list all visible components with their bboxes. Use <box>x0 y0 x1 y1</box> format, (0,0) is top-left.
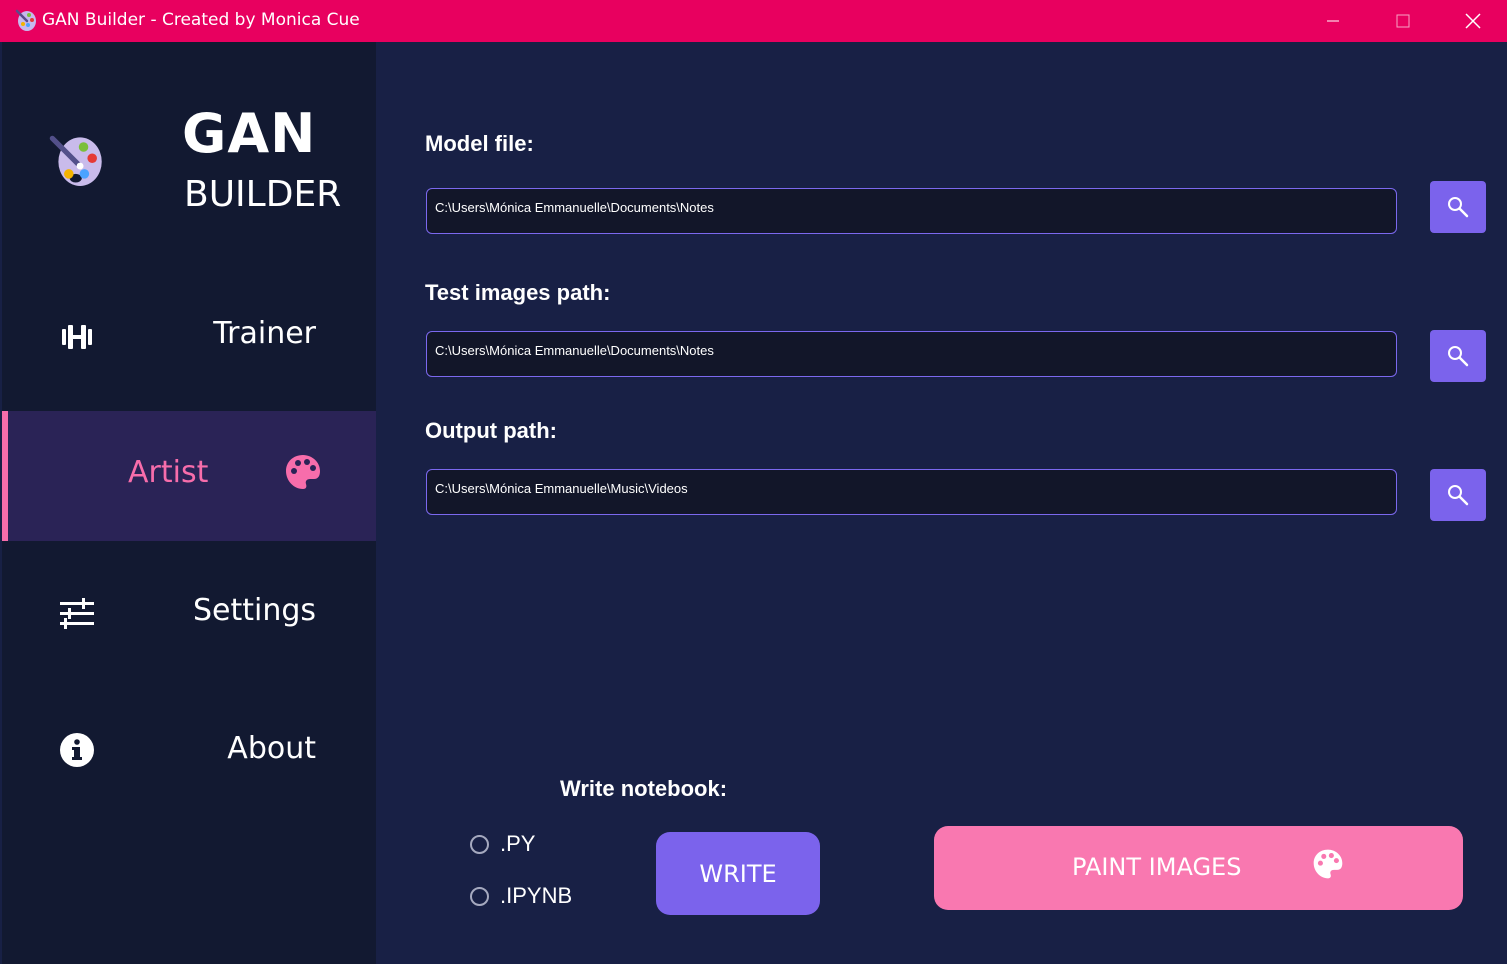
info-icon <box>60 733 94 767</box>
sidebar-item-label: Settings <box>192 593 316 628</box>
model-file-input[interactable]: C:\Users\Mónica Emmanuelle\Documents\Not… <box>426 188 1397 234</box>
logo-title: GAN <box>182 102 317 165</box>
sidebar-item-trainer[interactable]: Trainer <box>2 272 376 402</box>
close-button[interactable] <box>1438 0 1507 42</box>
output-path-input[interactable]: C:\Users\Mónica Emmanuelle\Music\Videos <box>426 469 1397 515</box>
search-icon <box>1448 197 1469 218</box>
dumbbell-icon <box>62 325 92 349</box>
minimize-icon <box>1327 20 1339 22</box>
test-images-browse-button[interactable] <box>1430 330 1486 382</box>
app-palette-icon <box>15 9 36 31</box>
model-file-label: Model file: <box>425 131 534 156</box>
window-title: GAN Builder - Created by Monica Cue <box>42 10 360 30</box>
radio-label: .PY <box>500 831 536 856</box>
close-icon <box>1465 13 1481 29</box>
sidebar-item-label: About <box>227 731 316 766</box>
paint-images-label: PAINT IMAGES <box>1072 853 1242 881</box>
sidebar-item-label: Artist <box>128 455 209 490</box>
title-bar: GAN Builder - Created by Monica Cue <box>0 0 1507 42</box>
maximize-icon <box>1396 14 1410 28</box>
search-icon <box>1448 485 1469 506</box>
search-icon <box>1448 346 1469 367</box>
write-button[interactable]: WRITE <box>656 832 820 915</box>
sliders-icon <box>60 598 94 629</box>
radio-circle[interactable] <box>470 834 489 854</box>
output-path-label: Output path: <box>425 418 557 443</box>
output-path-browse-button[interactable] <box>1430 469 1486 521</box>
sidebar-item-artist[interactable]: Artist <box>2 411 376 541</box>
model-file-browse-button[interactable] <box>1430 181 1486 233</box>
sidebar-item-settings[interactable]: Settings <box>2 549 376 679</box>
palette-icon <box>286 455 320 489</box>
write-notebook-label: Write notebook: <box>560 776 728 801</box>
logo-subtitle: BUILDER <box>184 174 342 215</box>
maximize-button[interactable] <box>1368 0 1438 42</box>
radio-circle[interactable] <box>470 886 489 906</box>
paint-images-button[interactable]: PAINT IMAGES <box>934 826 1463 910</box>
minimize-button[interactable] <box>1298 0 1368 42</box>
sidebar-item-label: Trainer <box>213 316 316 351</box>
palette-icon <box>1313 849 1343 879</box>
sidebar-item-about[interactable]: About <box>2 687 376 817</box>
test-images-label: Test images path: <box>425 280 611 305</box>
radio-py[interactable]: .PY <box>470 831 535 857</box>
logo-palette-icon <box>49 135 102 186</box>
radio-label: .IPYNB <box>500 883 573 908</box>
sidebar: GAN BUILDER Trainer Artist Settings Abou… <box>2 42 376 964</box>
test-images-input[interactable]: C:\Users\Mónica Emmanuelle\Documents\Not… <box>426 331 1397 377</box>
radio-ipynb[interactable]: .IPYNB <box>470 883 572 909</box>
